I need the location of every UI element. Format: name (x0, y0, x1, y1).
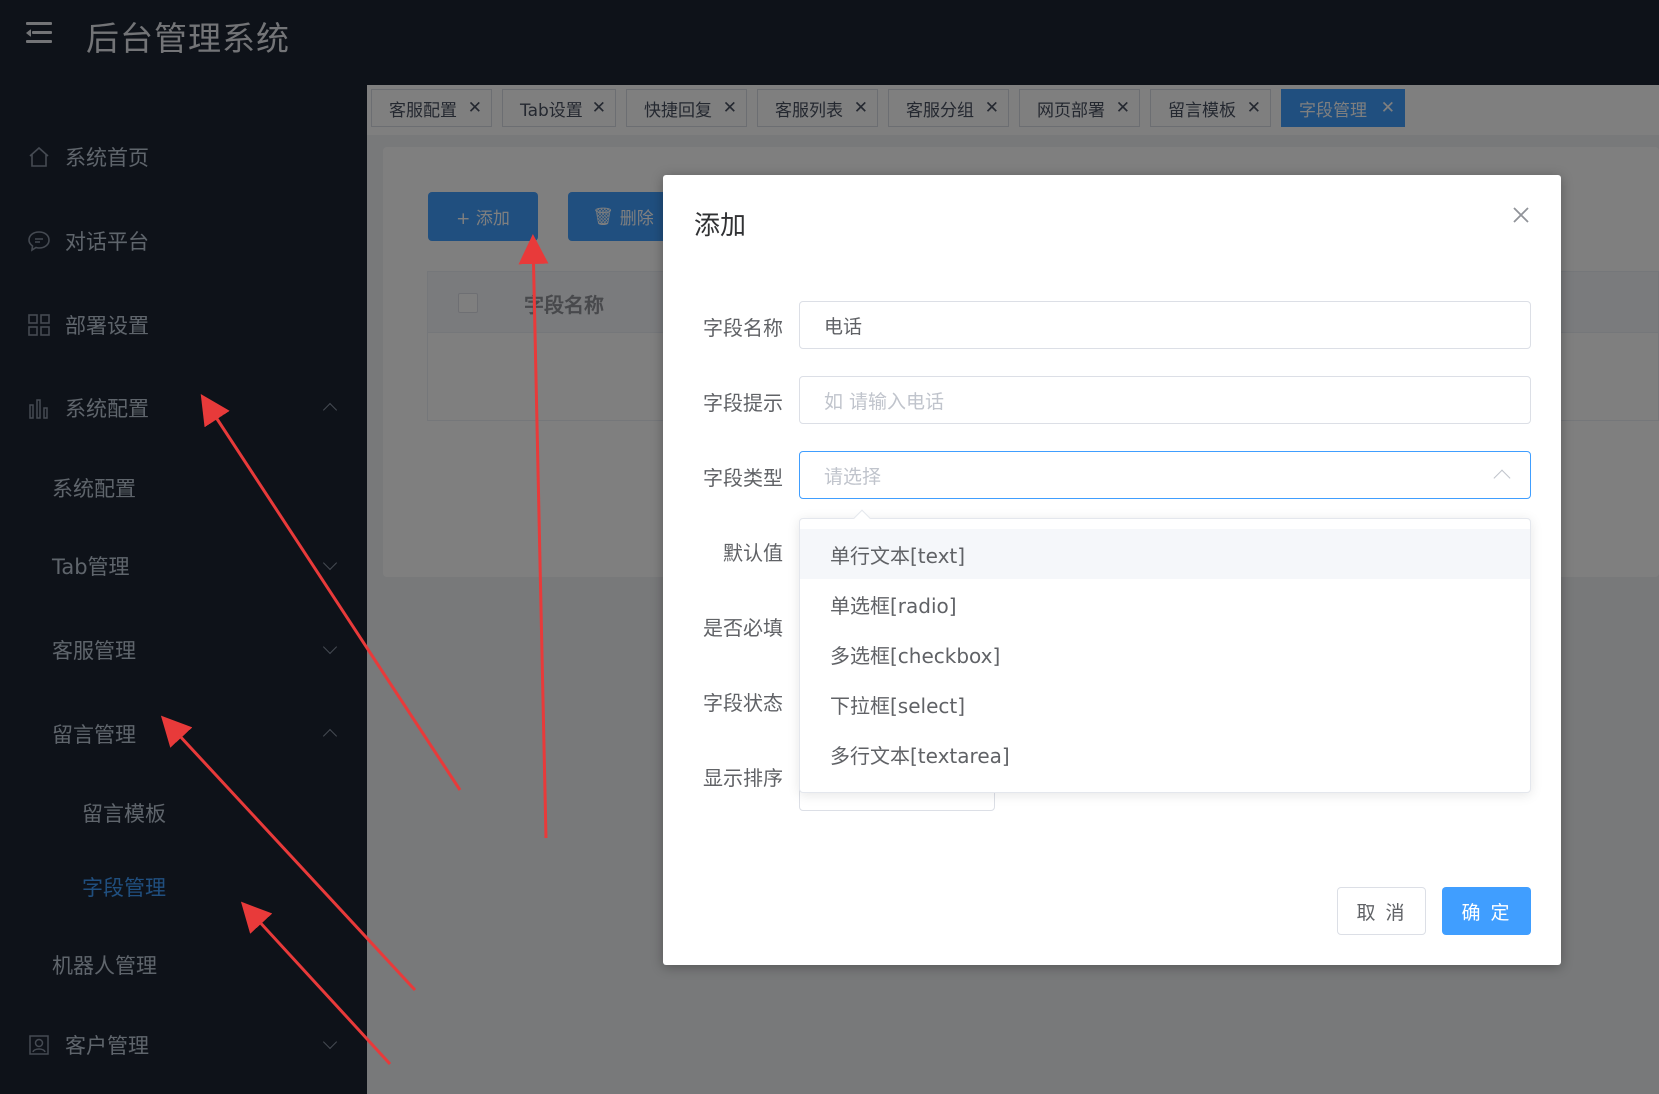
default-value-label: 默认值 (723, 541, 783, 565)
placeholder-text: 请选择 (824, 465, 882, 488)
option-checkbox[interactable]: 多选框[checkbox] (800, 629, 1530, 679)
placeholder-text: 如 请输入电话 (824, 390, 945, 413)
field-type-label: 字段类型 (703, 466, 783, 490)
option-text[interactable]: 单行文本[text] (800, 529, 1530, 579)
chevron-up-icon (1493, 469, 1511, 487)
dialog-title: 添加 (694, 211, 747, 241)
field-name-input[interactable]: 电话 (799, 301, 1531, 349)
display-order-label: 显示排序 (703, 766, 783, 790)
field-type-dropdown: 单行文本[text] 单选框[radio] 多选框[checkbox] 下拉框[… (799, 509, 1531, 793)
field-status-label: 字段状态 (703, 691, 783, 715)
close-icon[interactable] (1509, 203, 1533, 227)
confirm-button[interactable]: 确 定 (1442, 887, 1531, 935)
required-label: 是否必填 (703, 616, 783, 640)
dropdown-caret (853, 509, 871, 527)
cancel-button[interactable]: 取 消 (1337, 887, 1426, 935)
option-radio[interactable]: 单选框[radio] (800, 579, 1530, 629)
add-field-dialog: 添加 字段名称 电话 字段提示 如 请输入电话 字段类型 请选择 默认值 是否必… (663, 175, 1561, 965)
field-hint-input[interactable]: 如 请输入电话 (799, 376, 1531, 424)
option-textarea[interactable]: 多行文本[textarea] (800, 729, 1530, 779)
field-name-label: 字段名称 (703, 316, 783, 340)
option-select[interactable]: 下拉框[select] (800, 679, 1530, 729)
field-hint-label: 字段提示 (703, 391, 783, 415)
field-type-select[interactable]: 请选择 (799, 451, 1531, 499)
